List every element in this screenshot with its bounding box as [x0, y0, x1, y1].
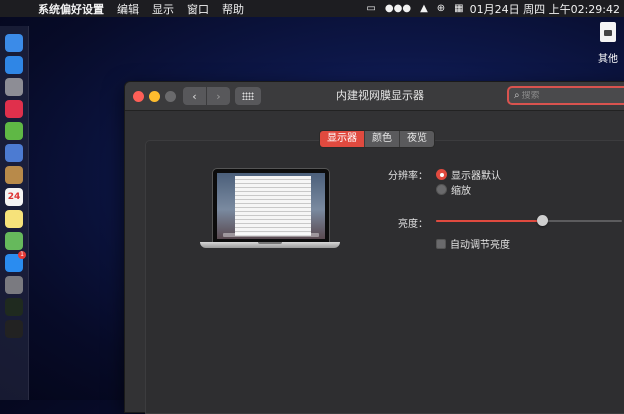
system-preferences-icon[interactable] [5, 276, 23, 294]
status-area: ▭ ●●● ▲ ⊕ ▦ 01月24日 周四 上午02:29:42 [357, 0, 620, 17]
desktop-item-other[interactable]: 其他 [595, 22, 621, 65]
safari-icon[interactable] [5, 56, 23, 74]
activity-monitor-icon[interactable] [5, 298, 23, 316]
calendar-icon[interactable]: 24 [5, 188, 23, 206]
screen-dock [223, 233, 319, 237]
menu-help[interactable]: 帮助 [222, 1, 244, 17]
resolution-scaled-option[interactable]: 缩放 [436, 182, 471, 197]
forward-button[interactable]: › [207, 87, 230, 105]
notes-brown-icon[interactable] [5, 166, 23, 184]
auto-brightness-label: 自动调节亮度 [450, 240, 510, 251]
radio-unselected[interactable] [436, 184, 447, 195]
laptop-screen [217, 173, 325, 239]
search-input[interactable] [521, 90, 622, 101]
preview-icon[interactable] [5, 144, 23, 162]
auto-brightness-checkbox[interactable] [436, 238, 446, 249]
chevron-left-icon: ‹ [192, 89, 197, 103]
menu-view[interactable]: 显示 [152, 1, 174, 17]
back-button[interactable]: ‹ [183, 87, 206, 105]
navigation-buttons: ‹ › [183, 87, 231, 105]
bluetooth-dots-icon[interactable]: ●●● [385, 3, 411, 14]
menu-edit[interactable]: 编辑 [117, 1, 139, 17]
resolution-default-label: 显示器默认 [451, 171, 501, 182]
menu-app-name[interactable]: 系统偏好设置 [38, 1, 104, 17]
laptop-lid [212, 168, 330, 244]
slider-knob[interactable] [537, 215, 549, 226]
slider-fill [436, 220, 543, 222]
launchpad-icon[interactable] [5, 78, 23, 96]
display-mirror-icon[interactable]: ▭ [366, 3, 375, 14]
android-icon[interactable] [5, 122, 23, 140]
input-method-icon[interactable]: ▦ [454, 3, 463, 14]
resolution-label: 分辨率： [388, 171, 428, 182]
menu-window[interactable]: 窗口 [187, 1, 209, 17]
brightness-slider[interactable] [436, 215, 622, 226]
notification-badge: 1 [18, 251, 26, 259]
chevron-right-icon: › [216, 89, 221, 103]
title-bar[interactable]: ‹ › 内建视网膜显示器 ⌕ [125, 82, 624, 111]
brightness-label: 亮度： [398, 219, 428, 230]
desktop-item-label: 其他 [598, 54, 618, 65]
laptop-illustration [200, 168, 340, 256]
search-icon: ⌕ [514, 90, 520, 101]
show-all-button[interactable] [235, 87, 261, 105]
tab-night-shift[interactable]: 夜览 [400, 131, 434, 147]
menu-clock[interactable]: 01月24日 周四 上午02:29:42 [470, 1, 620, 17]
dock: 24 1 [0, 26, 29, 400]
menu-bar: 系统偏好设置 编辑 显示 窗口 帮助 ▭ ●●● ▲ ⊕ ▦ 01月24日 周四… [0, 0, 624, 17]
content-panel: 分辨率： 显示器默认 缩放 亮度： 自动调节亮度 [145, 140, 624, 414]
preferences-window: ‹ › 内建视网膜显示器 ⌕ 分辨率： 显示器默认 [124, 81, 624, 414]
laptop-notch [258, 242, 282, 244]
globe-icon[interactable]: ⊕ [437, 3, 445, 14]
resolution-default-option[interactable]: 显示器默认 [436, 167, 501, 182]
minimize-button[interactable] [149, 91, 160, 102]
notification-icon[interactable]: ▲ [420, 3, 428, 14]
terminal-icon[interactable] [5, 320, 23, 338]
notes-icon[interactable] [5, 210, 23, 228]
grid-icon [242, 92, 254, 100]
tab-display[interactable]: 显示器 [320, 131, 365, 147]
calendar-date: 24 [7, 192, 21, 202]
sd-card-icon [600, 22, 616, 42]
auto-brightness-option[interactable]: 自动调节亮度 [436, 236, 510, 251]
tab-color[interactable]: 颜色 [365, 131, 400, 147]
finder-icon[interactable] [5, 34, 23, 52]
maps-icon[interactable] [5, 232, 23, 250]
music-icon[interactable] [5, 100, 23, 118]
zoom-button[interactable] [165, 91, 176, 102]
screen-document [235, 176, 311, 236]
close-button[interactable] [133, 91, 144, 102]
radio-selected[interactable] [436, 169, 447, 180]
search-field[interactable]: ⌕ [507, 86, 624, 105]
app-store-icon[interactable]: 1 [5, 251, 26, 272]
tab-bar: 显示器 颜色 夜览 [319, 130, 435, 148]
resolution-scaled-label: 缩放 [451, 186, 471, 197]
